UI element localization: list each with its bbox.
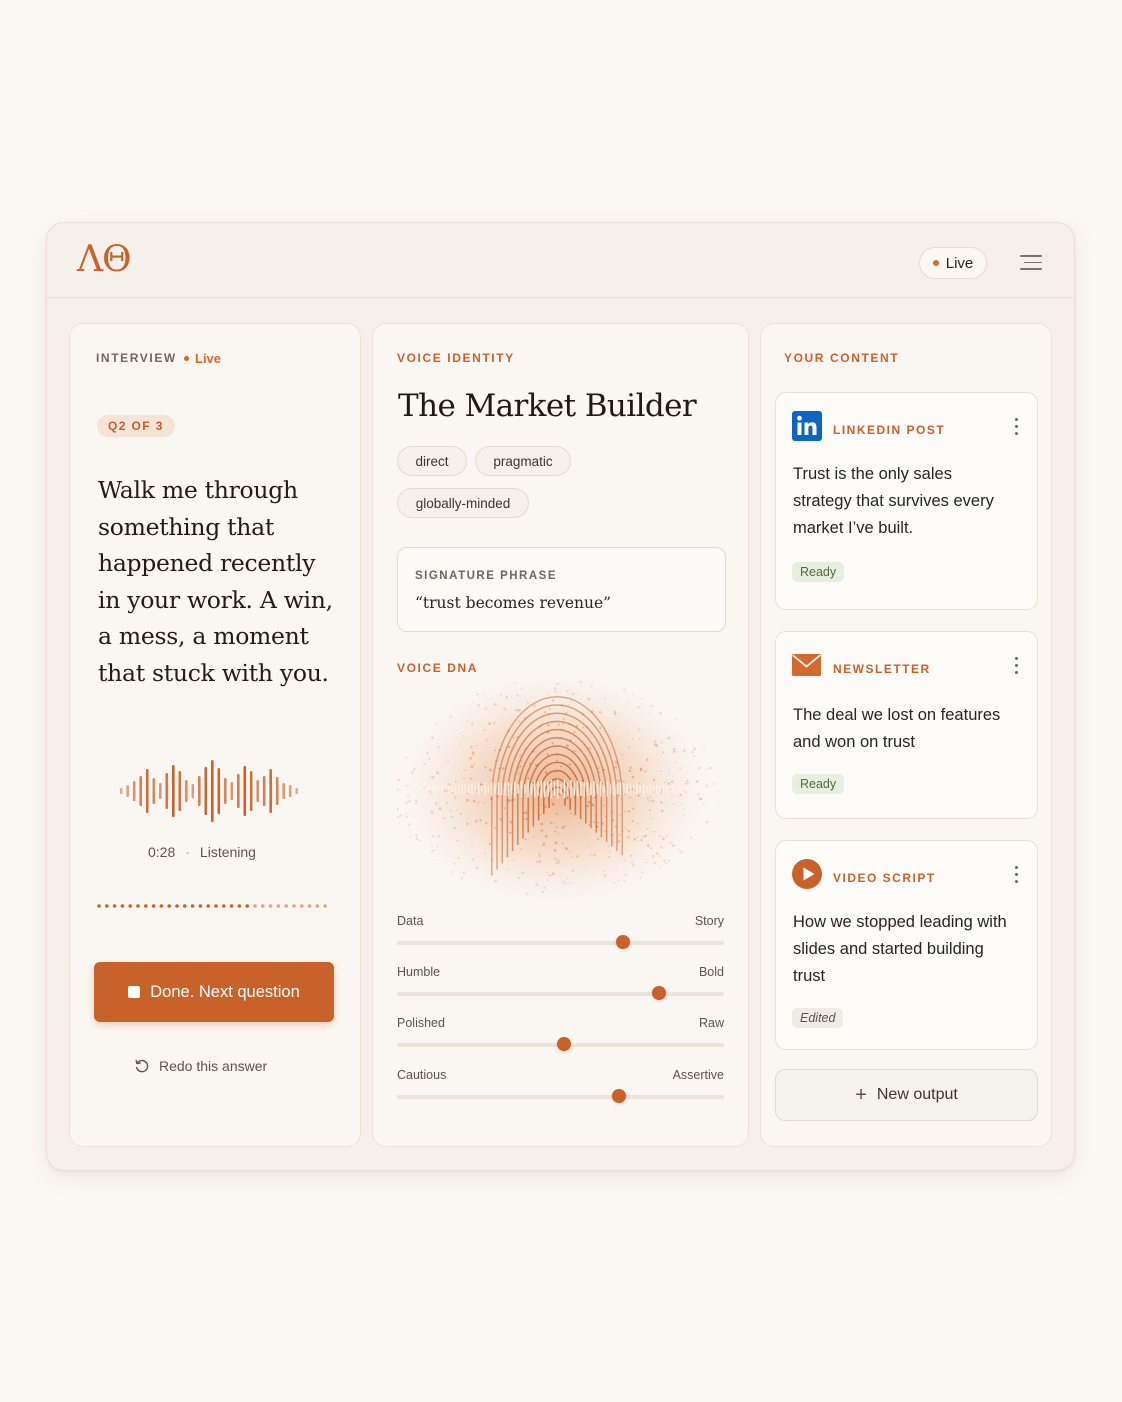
- slider-knob[interactable]: [556, 1037, 571, 1051]
- content-card-newsletter[interactable]: NEWSLETTER The deal we lost on features …: [775, 631, 1038, 819]
- signature-phrase-text: “trust becomes revenue”: [415, 594, 612, 612]
- slider-right-label: Assertive: [672, 1068, 724, 1082]
- live-dot-icon: [184, 356, 189, 361]
- redo-answer-button[interactable]: Redo this answer: [134, 1058, 267, 1074]
- progress-dots: [97, 904, 327, 908]
- top-bar: ΛΘ Live: [47, 223, 1074, 298]
- tag-chip[interactable]: pragmatic: [475, 446, 571, 476]
- new-output-button[interactable]: + New output: [775, 1069, 1038, 1121]
- interview-section-label: INTERVIEW: [96, 351, 177, 365]
- signature-phrase-card: SIGNATURE PHRASE “trust becomes revenue”: [397, 547, 726, 632]
- slider-track[interactable]: [397, 992, 724, 996]
- content-type-label: LINKEDIN POST: [833, 423, 946, 437]
- hamburger-menu-icon[interactable]: [1020, 255, 1042, 271]
- status-badge: Ready: [792, 774, 845, 794]
- voice-identity-panel: VOICE IDENTITY The Market Builder direct…: [372, 323, 749, 1147]
- content-preview-text: Trust is the only sales strategy that su…: [793, 465, 994, 537]
- plus-icon: +: [855, 1084, 867, 1106]
- content-preview-text: The deal we lost on features and won on …: [793, 706, 1001, 751]
- slider-knob[interactable]: [612, 1089, 627, 1103]
- recording-timer: 0:28: [148, 844, 176, 860]
- slider-left-label: Data: [397, 914, 424, 928]
- status-badge: Edited: [792, 1008, 844, 1028]
- live-status-pill[interactable]: Live: [919, 247, 987, 279]
- question-progress-badge: Q2 OF 3: [97, 415, 175, 437]
- play-icon: [792, 859, 822, 889]
- mail-icon: [792, 654, 821, 676]
- next-question-button[interactable]: Done. Next question: [94, 962, 334, 1022]
- slider-left-label: Humble: [397, 965, 441, 979]
- slider-right-label: Raw: [698, 1016, 724, 1030]
- interview-live-label: Live: [195, 351, 222, 366]
- voice-slider[interactable]: Polished Raw: [397, 1016, 724, 1056]
- content-type-label: NEWSLETTER: [833, 662, 931, 676]
- content-panel: YOUR CONTENT LINKEDIN POST Trust is the …: [760, 323, 1052, 1147]
- status-badge: Ready: [792, 562, 845, 582]
- more-options-icon[interactable]: [1015, 418, 1019, 436]
- live-dot-icon: [932, 260, 939, 266]
- signature-phrase-label: SIGNATURE PHRASE: [415, 570, 557, 582]
- stop-icon: [128, 986, 141, 998]
- recording-state: Listening: [199, 844, 256, 860]
- slider-left-label: Polished: [397, 1016, 445, 1030]
- more-options-icon[interactable]: [1015, 866, 1019, 884]
- new-output-label: New output: [876, 1086, 958, 1103]
- brand-logo[interactable]: ΛΘ: [77, 239, 132, 280]
- voice-slider[interactable]: Cautious Assertive: [397, 1068, 724, 1108]
- slider-knob[interactable]: [651, 986, 666, 1000]
- slider-track[interactable]: [397, 1095, 724, 1099]
- persona-title: The Market Builder: [398, 388, 697, 424]
- content-card-linkedin[interactable]: LINKEDIN POST Trust is the only sales st…: [775, 392, 1038, 610]
- linkedin-icon: [792, 411, 822, 441]
- slider-knob[interactable]: [615, 935, 630, 949]
- voice-slider[interactable]: Humble Bold: [397, 965, 724, 1005]
- interview-panel: INTERVIEW Live Q2 OF 3 Walk me through s…: [69, 323, 361, 1147]
- content-preview-text: How we stopped leading with slides and s…: [793, 913, 1007, 985]
- more-options-icon[interactable]: [1015, 657, 1019, 675]
- slider-right-label: Story: [694, 914, 724, 928]
- recording-status: 0:28 · Listening: [148, 844, 256, 860]
- content-type-label: VIDEO SCRIPT: [833, 871, 936, 885]
- your-content-section-label: YOUR CONTENT: [784, 351, 900, 365]
- content-card-video[interactable]: VIDEO SCRIPT How we stopped leading with…: [775, 840, 1038, 1050]
- slider-right-label: Bold: [698, 965, 724, 979]
- audio-waveform-icon: [119, 760, 298, 822]
- interview-live-indicator: Live: [184, 351, 221, 366]
- redo-icon: [135, 1059, 149, 1073]
- question-text: Walk me through something that happened …: [98, 476, 333, 687]
- voice-identity-section-label: VOICE IDENTITY: [397, 351, 515, 365]
- voice-slider[interactable]: Data Story: [397, 914, 724, 954]
- tag-chip[interactable]: globally-minded: [397, 488, 529, 518]
- next-question-label: Done. Next question: [150, 982, 300, 1001]
- status-separator: ·: [185, 844, 190, 860]
- live-label: Live: [945, 254, 974, 272]
- redo-answer-label: Redo this answer: [159, 1058, 268, 1074]
- voice-dna-section-label: VOICE DNA: [397, 661, 479, 675]
- app-window: ΛΘ Live INTERVIEW Live Q2 OF 3 Walk me t…: [46, 222, 1075, 1171]
- voice-fingerprint-icon: [397, 661, 725, 917]
- tag-chip[interactable]: direct: [397, 446, 467, 476]
- slider-left-label: Cautious: [397, 1068, 447, 1082]
- slider-track[interactable]: [397, 941, 724, 945]
